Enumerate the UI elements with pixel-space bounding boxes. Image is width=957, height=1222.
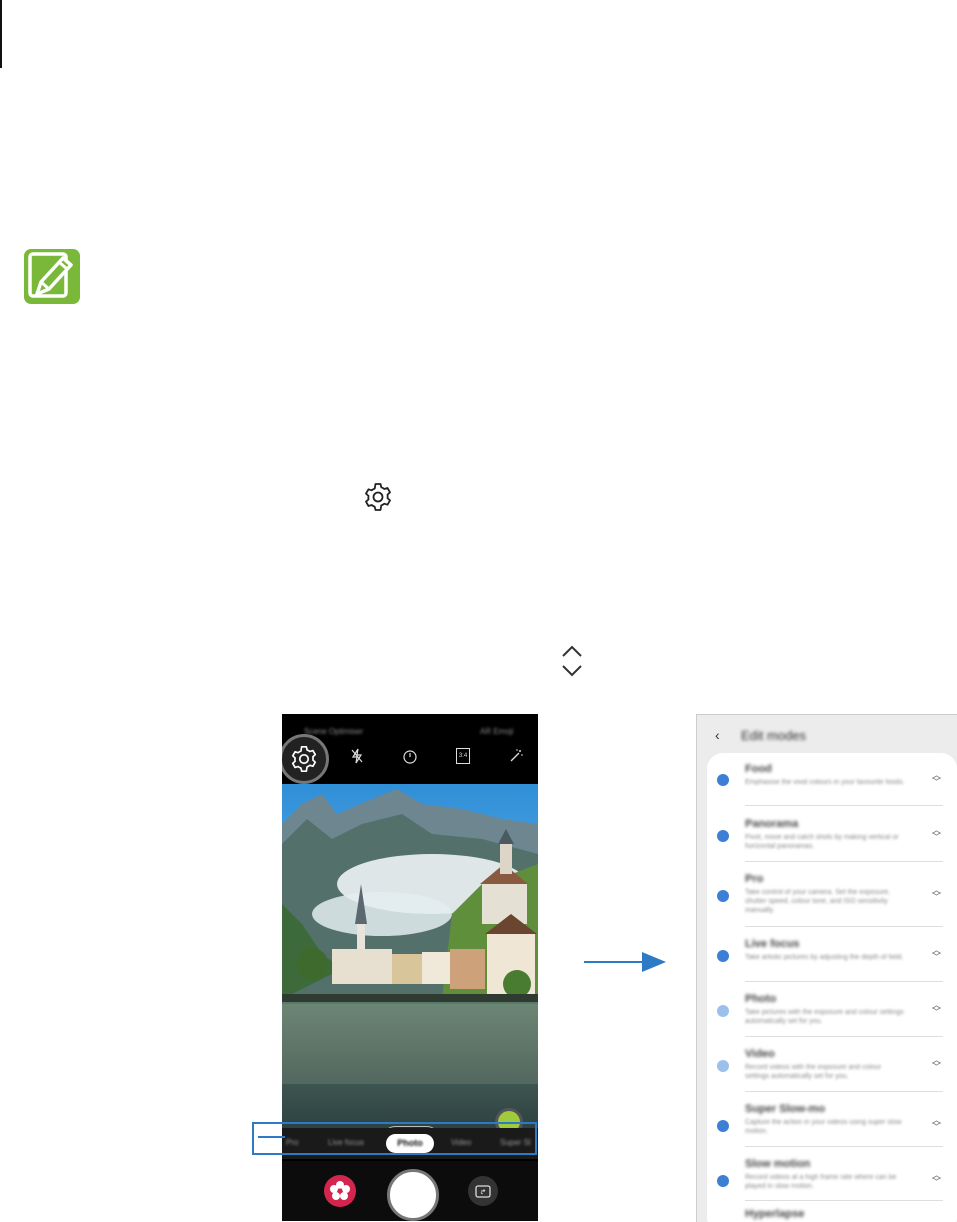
edit-modes-list: Food Emphasise the vivid colours in your… — [707, 753, 957, 1222]
reorder-icon[interactable]: ︿ ﹀ — [932, 886, 941, 902]
reorder-icon[interactable]: ︿ ﹀ — [932, 1116, 941, 1132]
edit-modes-screen: ‹ Edit modes Food Emphasise the vivid co… — [696, 714, 957, 1222]
edit-modes-title: Edit modes — [741, 728, 807, 743]
settings-gear-icon — [291, 745, 317, 773]
up-down-chevron-icon — [562, 645, 582, 677]
check-icon[interactable] — [717, 890, 729, 902]
mode-list-highlight — [252, 1122, 537, 1155]
reorder-icon[interactable]: ︿ ﹀ — [932, 946, 941, 962]
check-icon — [717, 1060, 729, 1072]
edit-modes-header: ‹ Edit modes — [697, 715, 957, 753]
settings-button[interactable] — [282, 734, 329, 784]
check-icon — [717, 1005, 729, 1017]
gear-icon — [365, 483, 391, 511]
reorder-icon[interactable]: ︿ ﹀ — [932, 1171, 941, 1187]
switch-camera-icon[interactable] — [468, 1176, 498, 1206]
reorder-icon[interactable]: ︿ ﹀ — [932, 771, 941, 787]
mode-list-callout-line — [258, 1136, 285, 1138]
reorder-icon[interactable]: ︿ ﹀ — [932, 826, 941, 842]
ratio-icon[interactable]: 3:4 — [454, 747, 472, 765]
flash-off-icon[interactable] — [348, 747, 366, 765]
check-icon[interactable] — [717, 1120, 729, 1132]
timer-off-icon[interactable] — [401, 747, 419, 765]
ratio-label: 3:4 — [456, 748, 470, 764]
camera-bottom-bar — [282, 1161, 538, 1221]
page-edge-marker — [0, 0, 2, 68]
camera-top-bar: Scene Optimiser AR Emoji 3:4 — [282, 714, 538, 784]
reorder-icon[interactable]: ︿ ﹀ — [932, 1056, 941, 1072]
reorder-icon[interactable]: ︿ ﹀ — [932, 1001, 941, 1017]
right-arrow-icon — [584, 952, 666, 972]
check-icon[interactable] — [717, 950, 729, 962]
camera-preview-photo — [282, 784, 538, 1134]
gallery-flower-icon[interactable] — [324, 1175, 356, 1207]
check-icon[interactable] — [717, 1175, 729, 1187]
shutter-button[interactable] — [387, 1169, 439, 1221]
check-icon[interactable] — [717, 830, 729, 842]
back-chevron-icon[interactable]: ‹ — [715, 727, 720, 743]
check-icon[interactable] — [717, 774, 729, 786]
ar-emoji-label[interactable]: AR Emoji — [480, 727, 513, 736]
note-pencil-icon — [24, 249, 80, 304]
filter-icon[interactable] — [507, 747, 525, 765]
